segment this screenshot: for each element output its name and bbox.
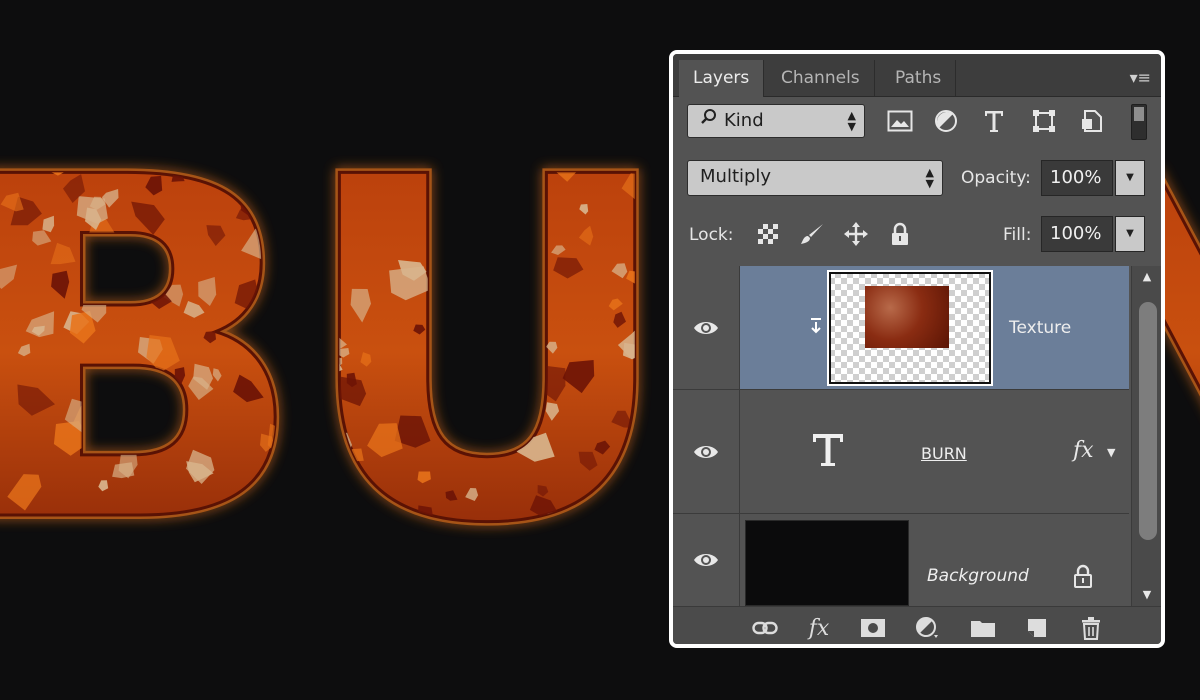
type-layer-icon <box>813 434 843 466</box>
layer-list: Texture BURN fx ▼ Background <box>673 266 1129 606</box>
tab-paths[interactable]: Paths <box>881 60 957 96</box>
blend-mode-value: Multiply <box>700 166 772 187</box>
scrollbar-thumb[interactable] <box>1139 302 1157 540</box>
eye-icon <box>694 321 718 334</box>
visibility-toggle-background[interactable] <box>673 514 740 606</box>
new-layer-icon[interactable] <box>1023 616 1051 640</box>
fill-label: Fill: <box>1003 225 1032 245</box>
layer-effects-icon[interactable]: fx <box>1073 438 1094 463</box>
layer-list-scrollbar[interactable]: ▲ ▼ <box>1131 266 1161 606</box>
lock-image-icon[interactable] <box>797 219 827 249</box>
panel-menu-icon[interactable]: ▾≡ <box>1130 68 1151 87</box>
tab-layers[interactable]: Layers <box>679 60 765 97</box>
layer-thumbnail-texture[interactable] <box>827 270 993 386</box>
filter-kind-label: Kind <box>724 110 764 131</box>
fill-input[interactable]: 100% <box>1041 216 1113 252</box>
layer-thumbnail-background[interactable] <box>745 520 909 606</box>
opacity-input[interactable]: 100% <box>1041 160 1113 196</box>
opacity-slider-button[interactable]: ▼ <box>1115 160 1145 196</box>
type-filter-icon[interactable] <box>979 106 1009 136</box>
layer-name-texture[interactable]: Texture <box>1009 318 1071 338</box>
fill-slider-button[interactable]: ▼ <box>1115 216 1145 252</box>
panel-tab-bar: Layers Channels Paths ▾≡ <box>673 54 1161 97</box>
shape-filter-icon[interactable] <box>1029 106 1059 136</box>
lock-label: Lock: <box>689 225 734 245</box>
eye-icon <box>694 445 718 458</box>
link-layers-icon[interactable] <box>751 616 779 640</box>
opacity-label: Opacity: <box>961 168 1031 188</box>
visibility-toggle-texture[interactable] <box>673 266 740 389</box>
layer-style-icon[interactable]: fx <box>805 615 833 641</box>
visibility-toggle-burn[interactable] <box>673 390 740 513</box>
search-icon <box>700 105 718 137</box>
scroll-up-icon[interactable]: ▲ <box>1132 266 1161 288</box>
layers-panel: Layers Channels Paths ▾≡ Kind ▲ ▼ Multipl… <box>669 50 1165 648</box>
new-group-icon[interactable] <box>969 616 997 640</box>
clipping-mask-icon <box>809 318 823 334</box>
layer-name-background[interactable]: Background <box>927 566 1029 586</box>
delete-layer-icon[interactable] <box>1077 616 1105 640</box>
adjustment-filter-icon[interactable] <box>931 106 961 136</box>
filter-toggle-switch[interactable] <box>1131 104 1147 140</box>
texture-swatch <box>865 286 949 348</box>
scroll-down-icon[interactable]: ▼ <box>1132 584 1161 606</box>
dropdown-arrows-icon: ▲ ▼ <box>925 166 934 190</box>
eye-icon <box>694 554 718 566</box>
layer-row-background[interactable]: Background <box>673 514 1129 606</box>
blend-mode-dropdown[interactable]: Multiply ▲ ▼ <box>687 160 943 196</box>
tab-channels[interactable]: Channels <box>767 60 875 96</box>
layer-locked-icon <box>1073 564 1093 592</box>
lock-position-icon[interactable] <box>841 219 871 249</box>
expand-effects-icon[interactable]: ▼ <box>1107 446 1115 459</box>
layer-row-burn[interactable]: BURN fx ▼ <box>673 390 1129 514</box>
layer-row-texture[interactable]: Texture <box>673 266 1129 390</box>
layer-name-burn[interactable]: BURN <box>921 444 967 463</box>
layers-bottom-toolbar: fx <box>673 606 1161 644</box>
pixel-filter-icon[interactable] <box>885 106 915 136</box>
add-mask-icon[interactable] <box>859 616 887 640</box>
text-layer-thumbnail[interactable] <box>811 432 845 472</box>
lock-all-icon[interactable] <box>885 219 915 249</box>
filter-kind-dropdown[interactable]: Kind ▲ ▼ <box>687 104 865 138</box>
lock-transparent-icon[interactable] <box>753 219 783 249</box>
layer-style-label: fx <box>808 615 830 641</box>
new-adjustment-icon[interactable] <box>913 616 941 640</box>
smart-object-filter-icon[interactable] <box>1077 106 1107 136</box>
dropdown-arrows-icon: ▲ ▼ <box>847 109 856 133</box>
